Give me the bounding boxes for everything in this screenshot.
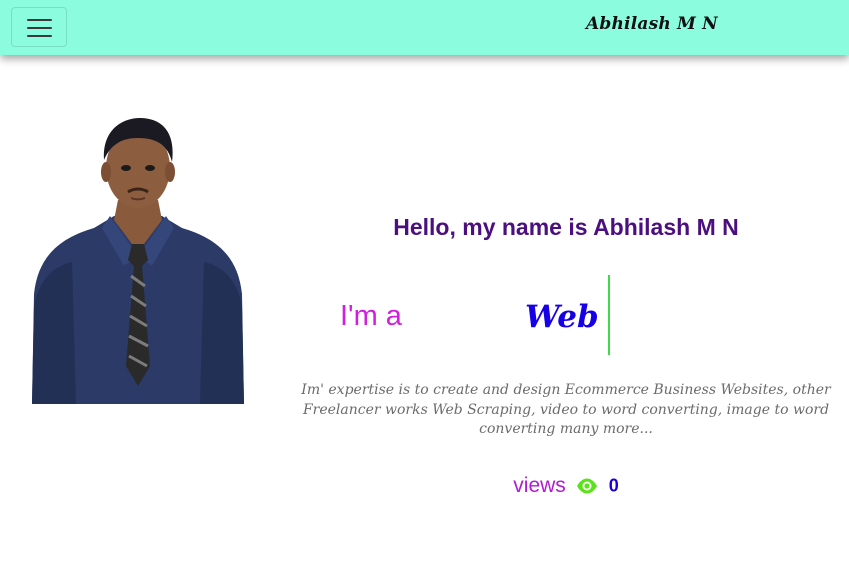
hamburger-menu-icon <box>27 19 52 21</box>
typed-role-text: Web D <box>525 299 609 335</box>
hamburger-menu-button[interactable] <box>11 7 67 47</box>
profile-photo <box>32 118 244 404</box>
views-counter: views 0 <box>300 474 832 498</box>
eye-icon <box>577 478 598 494</box>
typing-cursor <box>608 275 610 355</box>
navbar: Abhilash M N <box>0 0 849 55</box>
greeting-heading: Hello, my name is Abhilash M N <box>393 214 739 240</box>
description-text: Im' expertise is to create and design Ec… <box>301 382 831 437</box>
role-prefix: I'm a <box>340 300 402 332</box>
views-count: 0 <box>608 475 619 496</box>
navbar-brand[interactable]: Abhilash M N <box>586 14 718 34</box>
views-label: views <box>513 474 566 497</box>
